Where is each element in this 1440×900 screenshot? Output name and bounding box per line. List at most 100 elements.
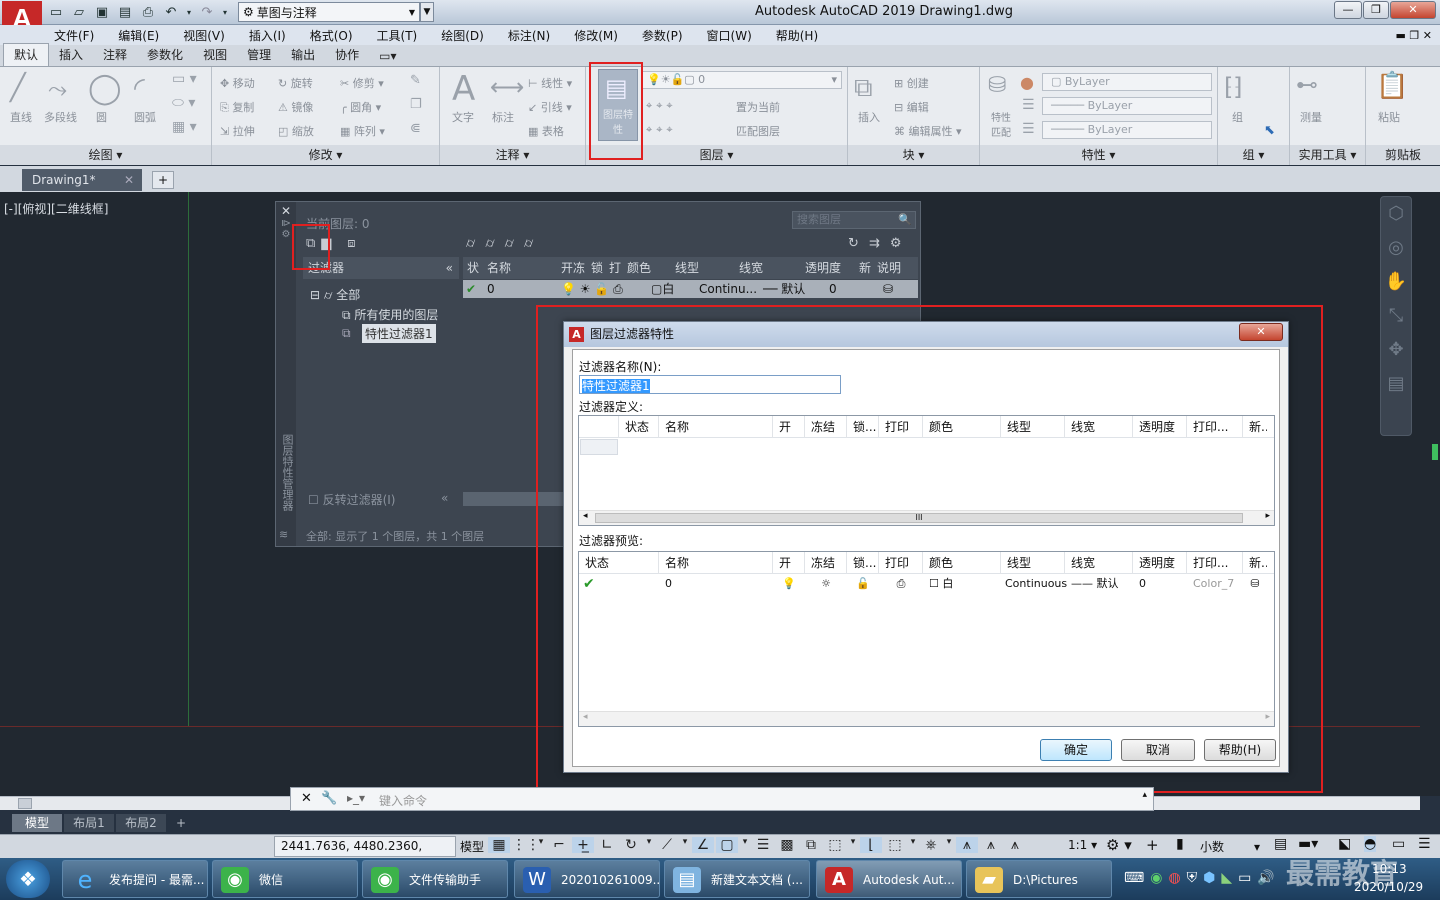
measure-button[interactable]: 测量: [1300, 109, 1322, 125]
workspace-select[interactable]: ⚙ 草图与注释 ▼: [238, 2, 420, 22]
display-icon[interactable]: ▭: [1238, 870, 1251, 886]
quick-properties-icon[interactable]: ▤: [1274, 836, 1287, 852]
open-icon[interactable]: ▱: [69, 4, 89, 22]
ok-button[interactable]: 确定: [1040, 739, 1112, 761]
modify-panel-title[interactable]: 修改 ▾: [212, 145, 439, 165]
new-icon[interactable]: ▭: [46, 4, 66, 22]
paste-button[interactable]: 粘贴: [1378, 109, 1400, 125]
scroll-left-icon[interactable]: ◂: [583, 511, 588, 521]
new-layer-icon[interactable]: ⌭: [466, 236, 475, 251]
antivirus-icon[interactable]: ◍: [1168, 870, 1180, 886]
draw-panel-title[interactable]: 绘图 ▾: [0, 145, 211, 165]
filter-name-input[interactable]: 特性过滤器1: [579, 375, 841, 394]
menu-file[interactable]: 文件(F): [42, 27, 106, 44]
redo-icon[interactable]: ↷: [197, 4, 217, 22]
sync-icon[interactable]: ⇉: [869, 236, 880, 251]
selection-filter-icon[interactable]: ⬚: [884, 837, 906, 853]
save-as-icon[interactable]: ▤: [115, 4, 135, 22]
selection-cycling-icon[interactable]: ⧉: [800, 837, 822, 853]
lineweight-dropdown[interactable]: ───── ByLayer: [1042, 121, 1212, 139]
object-snap-icon[interactable]: ▢: [716, 837, 738, 853]
transparency-icon[interactable]: ▩: [776, 837, 798, 853]
linetype-dropdown[interactable]: ───── ByLayer: [1042, 97, 1212, 115]
print-icon[interactable]: ⎙: [138, 4, 158, 22]
edit-block-button[interactable]: ⊟ 编辑: [894, 99, 929, 115]
utilities-panel-title[interactable]: 实用工具 ▾: [1290, 145, 1365, 165]
definition-row[interactable]: [580, 439, 618, 455]
model-space-toggle[interactable]: 模型: [460, 838, 484, 855]
clock-time[interactable]: 10:13: [1372, 862, 1407, 876]
match-layer-button[interactable]: 匹配图层: [736, 123, 780, 139]
annotation-scale[interactable]: 1:1 ▾: [1068, 838, 1097, 852]
help-button[interactable]: 帮助(H): [1204, 739, 1276, 761]
scale-button[interactable]: ◰ 缩放: [278, 123, 314, 139]
group-select-icon[interactable]: ⬉: [1264, 123, 1275, 138]
clipboard-panel-title[interactable]: 剪贴板: [1366, 145, 1440, 165]
delete-layer-icon[interactable]: ⌭: [505, 236, 514, 251]
tab-manage[interactable]: 管理: [237, 44, 281, 66]
hatch-icon[interactable]: ⬭ ▾: [172, 95, 195, 111]
erase-icon[interactable]: ✎: [410, 73, 421, 88]
workspace-switch-icon[interactable]: ⚙ ▾: [1106, 836, 1132, 854]
menu-edit[interactable]: 编辑(E): [106, 27, 171, 44]
layer-lineweight[interactable]: ── 默认: [763, 280, 829, 298]
nav-tools[interactable]: ⬡ ◎ ✋ ⤡ ✥ ▤: [1381, 197, 1411, 401]
object-snap-tracking-icon[interactable]: ∠: [692, 837, 714, 853]
layer-row[interactable]: ✔ 0 💡 ☀ 🔓 ⎙ ▢白 Continu... ── 默认 0 ⛁: [463, 280, 918, 298]
tree-all[interactable]: ⊟ ⌭ 全部: [310, 286, 360, 303]
tab-output[interactable]: 输出: [281, 44, 325, 66]
table-button[interactable]: ▦ 表格: [528, 123, 564, 139]
palette-close-icon[interactable]: ✕: [276, 204, 296, 218]
tab-insert[interactable]: 插入: [49, 44, 93, 66]
color-cell[interactable]: ☐ 白: [923, 575, 1001, 593]
tab-view[interactable]: 视图: [193, 44, 237, 66]
rectangle-icon[interactable]: ▭ ▾: [172, 71, 197, 87]
tab-parametric[interactable]: 参数化: [137, 44, 193, 66]
create-block-button[interactable]: ⊞ 创建: [894, 75, 929, 91]
3d-osnap-icon[interactable]: ⬚: [824, 837, 846, 853]
polar-icon[interactable]: ↻: [620, 837, 642, 853]
taskbar-word[interactable]: W 202010261009...: [514, 860, 660, 898]
menu-modify[interactable]: 修改(M): [562, 27, 630, 44]
layer-states-icon[interactable]: ⧈: [347, 236, 355, 251]
match-properties-button[interactable]: 特性匹配: [988, 109, 1014, 139]
tab-collaborate[interactable]: 协作: [325, 44, 369, 66]
move-button[interactable]: ✥ 移动: [220, 75, 255, 91]
add-layout-button[interactable]: +: [170, 814, 192, 832]
layer-search-input[interactable]: 搜索图层 🔍: [792, 211, 916, 229]
edit-attribute-button[interactable]: ⌘ 编辑属性 ▾: [894, 123, 962, 139]
save-icon[interactable]: ▣: [92, 4, 112, 22]
customization-icon[interactable]: ☰: [1418, 836, 1431, 852]
shield-icon[interactable]: ⛨: [1187, 870, 1198, 886]
offset-icon[interactable]: ⋐: [410, 121, 421, 136]
block-panel-title[interactable]: 块 ▾: [848, 145, 979, 165]
close-tab-icon[interactable]: ✕: [124, 169, 134, 191]
invert-filter-checkbox[interactable]: ☐ 反转过滤器(I): [308, 491, 395, 508]
tab-drawing1[interactable]: Drawing1* ✕: [22, 169, 142, 191]
new-vp-freeze-icon[interactable]: ⛁: [883, 280, 901, 298]
scroll-right-icon[interactable]: ▸: [1265, 712, 1270, 722]
menu-view[interactable]: 视图(V): [171, 27, 237, 44]
taskbar-notepad[interactable]: ▤ 新建文本文档 (...: [664, 860, 810, 898]
preview-hscroll[interactable]: ◂ ▸: [579, 711, 1274, 726]
volume-icon[interactable]: 🔊: [1257, 870, 1274, 886]
command-input[interactable]: 键入命令: [379, 792, 427, 809]
lineweight-cell[interactable]: —— 默认: [1065, 575, 1133, 593]
close-command-icon[interactable]: ✕: [301, 791, 312, 806]
menu-tools[interactable]: 工具(T): [365, 27, 430, 44]
cancel-button[interactable]: 取消: [1121, 739, 1195, 761]
printer-icon[interactable]: ⎙: [879, 575, 923, 593]
lineweight-toggle-icon[interactable]: ☰: [752, 837, 774, 853]
scroll-right-icon[interactable]: ▸: [1265, 511, 1270, 521]
taskbar-wechat[interactable]: ◉ 微信: [212, 860, 358, 898]
isolate-objects-icon[interactable]: ⬕: [1338, 836, 1351, 852]
minimize-button[interactable]: —: [1334, 1, 1362, 19]
new-tab-button[interactable]: +: [152, 171, 174, 189]
command-history-icon[interactable]: ▴: [1142, 790, 1147, 800]
lock-ui-icon[interactable]: ▬▾: [1298, 836, 1318, 852]
tab-layout2[interactable]: 布局2: [116, 814, 166, 832]
copy-button[interactable]: ⎘ 复制: [220, 99, 254, 115]
annotation-visibility-icon[interactable]: ⩚: [956, 837, 978, 853]
wechat-tray-icon[interactable]: ◉: [1150, 870, 1162, 886]
customize-icon[interactable]: 🔧: [321, 791, 337, 806]
